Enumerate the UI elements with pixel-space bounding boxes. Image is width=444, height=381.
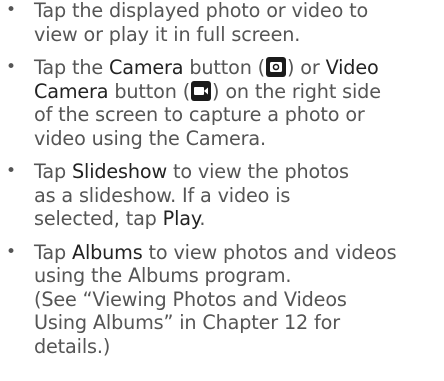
text-line: view or play it in full screen. [34,22,301,46]
bullet: • [6,161,16,181]
list-item: • Tap Albums to view photos and videos u… [0,241,444,359]
text-line: of the screen to capture a photo or [34,103,365,126]
text-line: (See “Viewing Photos and Videos [34,287,347,311]
text-line: Using Albums” in Chapter 12 for [34,311,340,334]
albums-keyword: Albums [71,240,143,264]
text: ) on the right side [212,79,381,103]
text-line: Camera button ( ) on the right side [34,80,444,104]
text-line: as a slideshow. If a video is [34,183,291,207]
text-line: Tap the displayed photo or video to [34,0,369,22]
text-line: Tap the Camera button ( ) or Video [34,56,444,80]
camera-keyword: Camera [34,79,109,103]
text-line: using the Albums program. [34,264,292,287]
text: Tap [34,160,72,183]
text-line: details.) [34,334,111,358]
text-line: Tap Slideshow to view the photos [34,160,444,184]
list-item: • Tap the displayed photo or video to vi… [0,0,444,46]
text: to view photos and videos [142,240,397,264]
bullet: • [6,241,16,262]
text-line: Tap Albums to view photos and videos [34,241,444,265]
video-keyword: Video [325,56,379,79]
camera-icon [266,57,286,77]
list-item: • Tap Slideshow to view the photos as a … [0,160,444,231]
video-camera-icon [191,80,212,101]
list-item: • Tap the Camera button ( ) or Video Came… [0,56,444,150]
slideshow-keyword: Slideshow [71,160,168,183]
camera-keyword: Camera [108,56,184,79]
text: ) or [287,56,326,79]
bullet: • [6,57,16,77]
text: Tap the [34,56,109,79]
text: button ( [183,56,265,79]
text-line: selected, tap Play. [34,207,444,231]
text: Tap [34,240,72,264]
text-line: video using the Camera. [34,126,266,150]
text: button ( [108,79,191,103]
text: . [199,207,206,230]
bullet: • [6,0,16,20]
text: to view the photos [167,160,349,183]
play-keyword: Play [162,207,200,230]
text: selected, tap [34,207,163,230]
instruction-list: • Tap the displayed photo or video to vi… [0,0,444,368]
